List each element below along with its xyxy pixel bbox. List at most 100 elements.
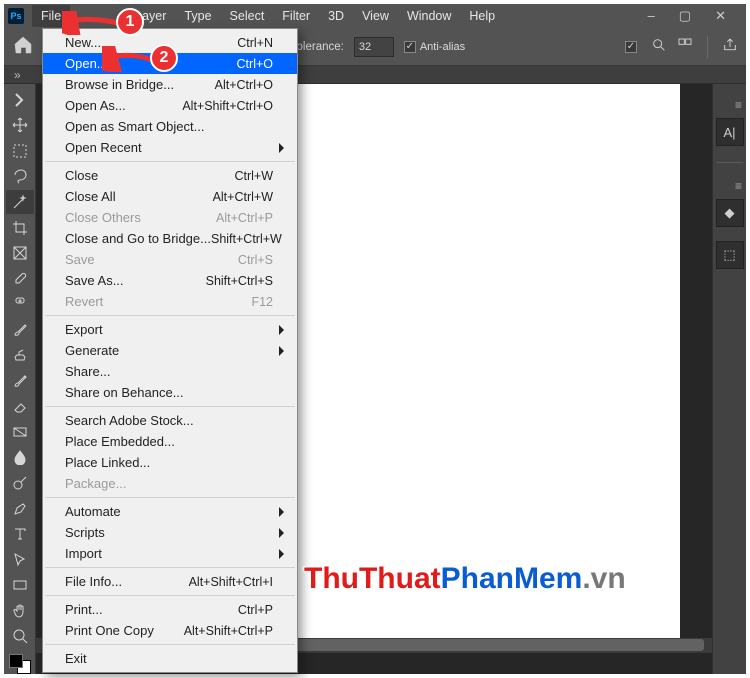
menu-item-shortcut: Alt+Ctrl+W: [213, 190, 273, 204]
option-checkbox[interactable]: [625, 41, 637, 53]
rectangle-tool[interactable]: [6, 573, 34, 597]
hand-tool[interactable]: [6, 599, 34, 623]
frame-tool[interactable]: [6, 241, 34, 265]
search-icon[interactable]: [651, 37, 667, 56]
eyedropper-tool[interactable]: [6, 267, 34, 291]
menu-item-shortcut: Shift+Ctrl+S: [206, 274, 273, 288]
window-controls: – ▢ ✕: [644, 6, 742, 26]
menu-item-label: Import: [65, 546, 102, 561]
history-brush-tool[interactable]: [6, 369, 34, 393]
character-panel-icon[interactable]: A|: [716, 118, 744, 146]
close-button[interactable]: ✕: [711, 6, 730, 26]
foreground-color: [9, 654, 23, 668]
menu-help[interactable]: Help: [460, 5, 504, 27]
menu-item-shortcut: Alt+Shift+Ctrl+P: [184, 624, 273, 638]
clone-stamp-tool[interactable]: [6, 343, 34, 367]
marquee-tool[interactable]: [6, 139, 34, 163]
file-menu-item[interactable]: Place Embedded...: [43, 431, 297, 452]
file-menu-item[interactable]: Import: [43, 543, 297, 564]
spot-heal-tool[interactable]: [6, 292, 34, 316]
file-menu-item[interactable]: Open as Smart Object...: [43, 116, 297, 137]
file-menu-item[interactable]: CloseCtrl+W: [43, 165, 297, 186]
file-menu-item[interactable]: Close and Go to Bridge...Shift+Ctrl+W: [43, 228, 297, 249]
watermark-part2: PhanMem: [441, 562, 583, 595]
menu-window[interactable]: Window: [398, 5, 460, 27]
file-menu-item[interactable]: Export: [43, 319, 297, 340]
file-menu-item[interactable]: Browse in Bridge...Alt+Ctrl+O: [43, 74, 297, 95]
gradient-tool[interactable]: [6, 420, 34, 444]
file-menu-item[interactable]: Close AllAlt+Ctrl+W: [43, 186, 297, 207]
menu-item-label: Generate: [65, 343, 119, 358]
panel-menu-icon[interactable]: ≡: [735, 98, 746, 112]
options-right: [625, 36, 738, 58]
tolerance-label: Tolerance:: [291, 41, 344, 53]
dodge-tool[interactable]: [6, 471, 34, 495]
adjustments-panel-icon[interactable]: ⬚: [716, 241, 744, 269]
minimize-button[interactable]: –: [644, 6, 659, 26]
file-menu-item[interactable]: Open As... Alt+Shift+Ctrl+O: [43, 95, 297, 116]
file-menu-item[interactable]: Share...: [43, 361, 297, 382]
menu-item-shortcut: Ctrl+O: [237, 57, 273, 71]
magic-wand-tool[interactable]: [6, 190, 34, 214]
file-menu-item[interactable]: Scripts: [43, 522, 297, 543]
menu-separator: [45, 161, 295, 162]
separator: [717, 162, 743, 163]
menu-item-shortcut: F12: [251, 295, 273, 309]
zoom-tool[interactable]: [6, 624, 34, 648]
layers-panel-icon[interactable]: ◆: [716, 199, 744, 227]
menu-item-shortcut: Alt+Shift+Ctrl+O: [182, 99, 273, 113]
type-tool[interactable]: [6, 522, 34, 546]
lasso-tool[interactable]: [6, 165, 34, 189]
restore-button[interactable]: ▢: [675, 6, 695, 26]
crop-tool[interactable]: [6, 216, 34, 240]
tab-overflow-icon[interactable]: »: [10, 68, 25, 82]
menu-select[interactable]: Select: [221, 5, 274, 27]
separator: [707, 36, 708, 58]
file-menu-dropdown: New...Ctrl+NOpen...Ctrl+OBrowse in Bridg…: [42, 28, 298, 673]
brush-tool[interactable]: [6, 318, 34, 342]
watermark-part1: ThuThuat: [304, 562, 441, 595]
file-menu-item[interactable]: Place Linked...: [43, 452, 297, 473]
file-menu-item[interactable]: Exit: [43, 648, 297, 669]
menu-item-shortcut: Ctrl+P: [238, 603, 273, 617]
pen-tool[interactable]: [6, 497, 34, 521]
file-menu-item: Package...: [43, 473, 297, 494]
file-menu-item[interactable]: File Info...Alt+Shift+Ctrl+I: [43, 571, 297, 592]
file-menu-item[interactable]: Search Adobe Stock...: [43, 410, 297, 431]
menu-item-label: Share on Behance...: [65, 385, 184, 400]
file-menu-item[interactable]: Print One CopyAlt+Shift+Ctrl+P: [43, 620, 297, 641]
menu-item-shortcut: Ctrl+N: [237, 36, 273, 50]
path-select-tool[interactable]: [6, 548, 34, 572]
home-icon[interactable]: [12, 34, 34, 59]
file-menu-item[interactable]: Share on Behance...: [43, 382, 297, 403]
menu-item-label: Share...: [65, 364, 111, 379]
eraser-tool[interactable]: [6, 395, 34, 419]
menu-type[interactable]: Type: [175, 5, 220, 27]
menu-item-label: File Info...: [65, 574, 122, 589]
menu-filter[interactable]: Filter: [273, 5, 319, 27]
chevron-right-icon[interactable]: [6, 88, 34, 112]
menu-file[interactable]: File: [32, 5, 70, 27]
file-menu-item[interactable]: Print...Ctrl+P: [43, 599, 297, 620]
menu-item-label: Open As...: [65, 98, 126, 113]
blur-tool[interactable]: [6, 446, 34, 470]
panel-menu-icon[interactable]: ≡: [735, 179, 746, 193]
menu-item-label: Save: [65, 252, 95, 267]
share-icon[interactable]: [722, 37, 738, 56]
color-swatches[interactable]: [9, 654, 31, 674]
menu-item-label: Close and Go to Bridge...: [65, 231, 211, 246]
file-menu-item: SaveCtrl+S: [43, 249, 297, 270]
menu-3d[interactable]: 3D: [319, 5, 353, 27]
file-menu-item[interactable]: Save As...Shift+Ctrl+S: [43, 270, 297, 291]
menu-view[interactable]: View: [353, 5, 398, 27]
antialias-checkbox[interactable]: Anti-alias: [404, 41, 465, 53]
menu-edit[interactable]: [70, 12, 98, 20]
file-menu-item[interactable]: Generate: [43, 340, 297, 361]
arrange-icon[interactable]: [677, 37, 693, 56]
move-tool[interactable]: [6, 114, 34, 138]
file-menu-item[interactable]: Open Recent: [43, 137, 297, 158]
watermark-part3: .vn: [582, 562, 625, 595]
file-menu-item[interactable]: Automate: [43, 501, 297, 522]
menu-separator: [45, 406, 295, 407]
tolerance-input[interactable]: [354, 37, 394, 57]
